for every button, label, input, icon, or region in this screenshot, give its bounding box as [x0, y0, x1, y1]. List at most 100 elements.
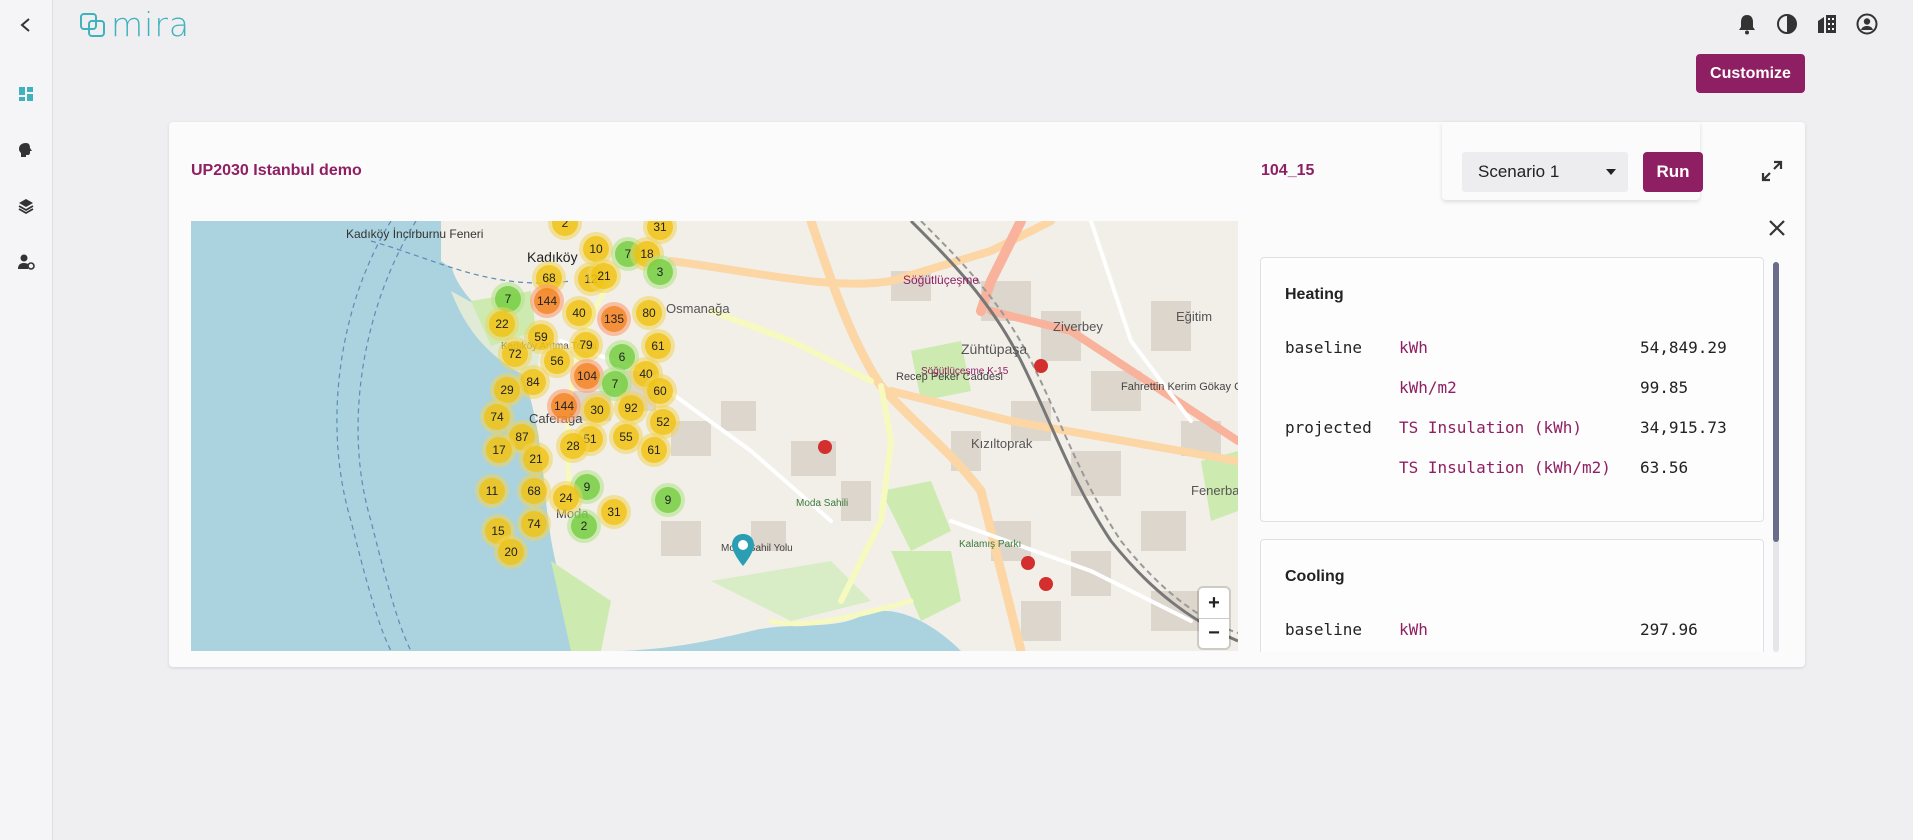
map[interactable]: KadıköyCaferağaModaSöğütlüçeşmeZühtüpaşa… — [191, 221, 1238, 651]
dashboard-icon[interactable] — [13, 81, 39, 107]
close-panel-icon[interactable] — [1764, 215, 1790, 241]
map-cluster[interactable]: 20 — [494, 535, 528, 569]
logo-text: mira — [111, 5, 191, 44]
cluster-count: 30 — [584, 397, 610, 423]
row-label: baseline — [1285, 620, 1363, 639]
map-cluster[interactable]: 11 — [475, 474, 509, 508]
notifications-bell-icon[interactable] — [1735, 12, 1759, 36]
cluster-count: 56 — [544, 348, 570, 374]
cluster-count: 104 — [574, 363, 600, 389]
row-value: 297.96 — [1640, 620, 1698, 639]
map-place-label: Söğütlüçeşme K-15 — [921, 366, 1009, 377]
map-place-label: Söğütlüçeşme — [903, 273, 980, 287]
cluster-count: 80 — [636, 300, 662, 326]
map-place-label: Moda Sahili — [796, 498, 849, 509]
map-cluster[interactable]: 21 — [519, 442, 553, 476]
user-settings-icon[interactable] — [13, 249, 39, 275]
map-cluster[interactable]: 80 — [632, 296, 666, 330]
cluster-count: 74 — [484, 404, 510, 430]
cluster-count: 52 — [650, 409, 676, 435]
map-cluster[interactable]: 68 — [517, 474, 551, 508]
map-place-label: Kadıköy İncirburnu Feneri — [346, 227, 484, 241]
account-circle-icon[interactable] — [1855, 12, 1879, 36]
card-title: UP2030 Istanbul demo — [191, 162, 362, 179]
row-unit: kWh/m2 — [1399, 378, 1457, 397]
map-cluster[interactable]: 144 — [547, 389, 581, 423]
row-value: 34,915.73 — [1640, 418, 1727, 437]
cluster-count: 24 — [553, 485, 579, 511]
energy-results-panel: Heating baseline kWh 54,849.29 kWh/m2 99… — [1260, 257, 1790, 652]
map-place-label: Fahrettin Kerim Gökay Caddesi — [1121, 381, 1238, 393]
section-title: Heating — [1285, 286, 1344, 303]
map-cluster[interactable]: 22 — [485, 307, 519, 341]
theme-contrast-icon[interactable] — [1775, 12, 1799, 36]
scenario-select[interactable]: Scenario 1 — [1462, 152, 1628, 192]
cluster-count: 2 — [552, 221, 578, 236]
cluster-count: 55 — [613, 424, 639, 450]
map-cluster[interactable]: 40 — [562, 296, 596, 330]
zoom-in-button[interactable]: + — [1199, 588, 1229, 618]
map-cluster[interactable]: 21 — [587, 259, 621, 293]
header-actions — [1735, 12, 1879, 36]
map-cluster[interactable]: 60 — [643, 374, 677, 408]
customize-button[interactable]: Customize — [1696, 54, 1805, 93]
row-unit: kWh — [1399, 338, 1428, 357]
zoom-out-button[interactable]: − — [1199, 618, 1229, 648]
app-logo[interactable]: mira — [79, 8, 190, 42]
map-cluster[interactable]: 144 — [530, 284, 564, 318]
cluster-count: 60 — [647, 378, 673, 404]
row-value: 63.56 — [1640, 458, 1689, 477]
map-place-label: Ziverbey — [1053, 319, 1103, 334]
map-place-label: Eğitim — [1176, 309, 1213, 324]
cluster-count: 17 — [486, 437, 512, 463]
map-place-label: Fenerbahçe — [1191, 483, 1238, 498]
panel-scrollbar[interactable] — [1773, 262, 1779, 652]
cluster-count: 2 — [571, 513, 597, 539]
selected-building-marker-icon[interactable] — [731, 533, 755, 572]
cluster-count: 144 — [534, 288, 560, 314]
run-button[interactable]: Run — [1643, 152, 1703, 192]
row-value: 54,849.29 — [1640, 338, 1727, 357]
map-cluster[interactable]: 9 — [651, 483, 685, 517]
section-title: Cooling — [1285, 568, 1345, 585]
map-cluster[interactable]: 17 — [482, 433, 516, 467]
cluster-count: 9 — [655, 487, 681, 513]
heating-section: Heating baseline kWh 54,849.29 kWh/m2 99… — [1260, 257, 1764, 522]
cluster-count: 40 — [566, 300, 592, 326]
cluster-count: 61 — [641, 437, 667, 463]
cooling-section: Cooling baseline kWh 297.96 — [1260, 539, 1764, 652]
map-cluster[interactable]: 135 — [597, 302, 631, 336]
map-cluster[interactable]: 3 — [643, 255, 677, 289]
sidebar — [0, 0, 53, 840]
selected-building-id: 104_15 — [1261, 162, 1315, 179]
cluster-count: 135 — [601, 306, 627, 332]
map-cluster[interactable]: 61 — [637, 433, 671, 467]
cluster-count: 22 — [489, 311, 515, 337]
map-cluster[interactable]: 31 — [597, 495, 631, 529]
layers-icon[interactable] — [13, 193, 39, 219]
cluster-count: 11 — [479, 478, 505, 504]
map-cluster[interactable]: 2 — [567, 509, 601, 543]
cluster-count: 144 — [551, 393, 577, 419]
map-cluster[interactable]: 79 — [569, 328, 603, 362]
dashboard-card: UP2030 Istanbul demo 104_15 Scenario 1 R… — [169, 122, 1805, 667]
cluster-count: 74 — [521, 511, 547, 537]
cluster-count: 72 — [502, 341, 528, 367]
buildings-icon[interactable] — [1815, 12, 1839, 36]
map-place-label: Osmanağa — [666, 301, 730, 316]
brain-icon[interactable] — [13, 137, 39, 163]
map-place-label: Kızıltoprak — [971, 436, 1033, 451]
map-cluster[interactable]: 74 — [517, 507, 551, 541]
row-label: projected — [1285, 418, 1372, 437]
cluster-count: 21 — [523, 446, 549, 472]
map-cluster[interactable]: 28 — [556, 429, 590, 463]
scenario-controls: Scenario 1 Run — [1442, 122, 1703, 200]
row-unit: kWh — [1399, 620, 1428, 639]
cluster-count: 79 — [573, 332, 599, 358]
scrollbar-thumb[interactable] — [1773, 262, 1779, 542]
collapse-chevron-icon[interactable] — [13, 12, 39, 38]
expand-icon[interactable] — [1759, 158, 1785, 184]
row-unit: TS Insulation (kWh) — [1399, 418, 1583, 437]
cluster-count: 21 — [591, 263, 617, 289]
cluster-count: 31 — [601, 499, 627, 525]
